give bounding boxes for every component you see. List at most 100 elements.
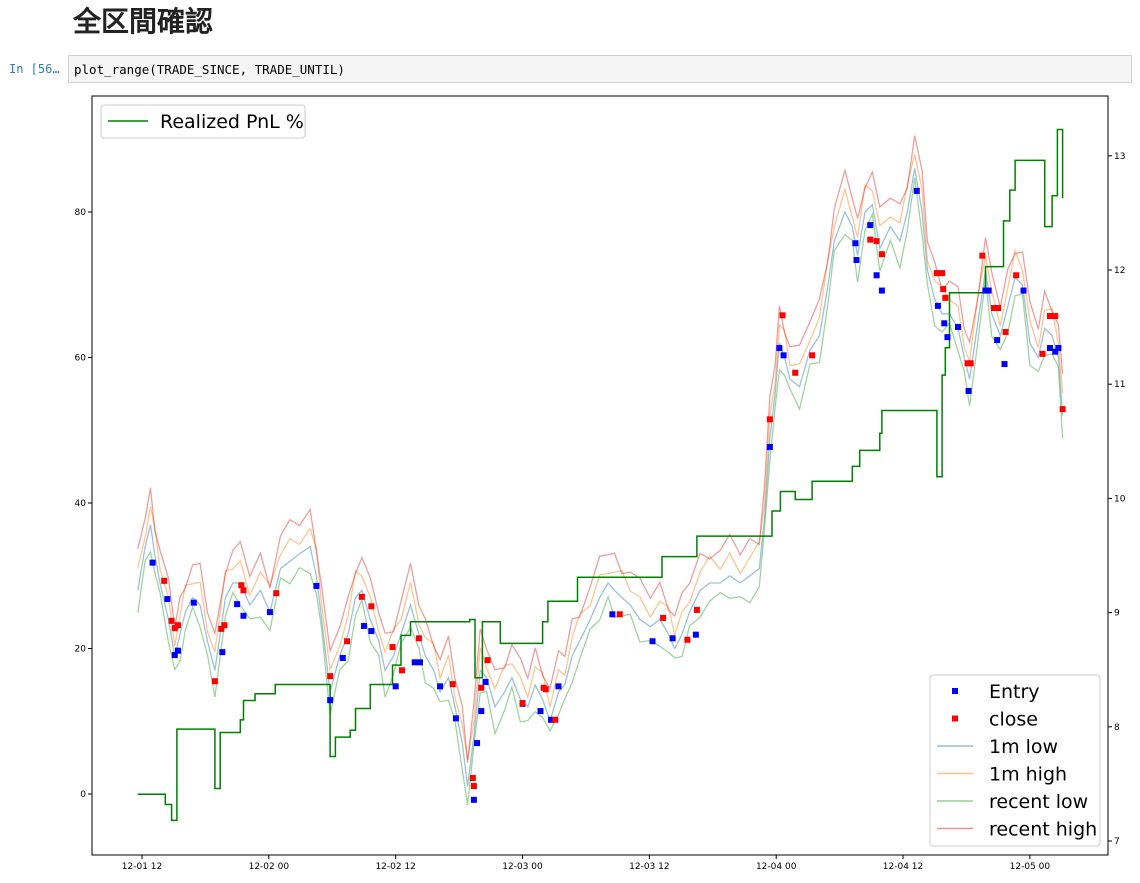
entry-marker [555,683,561,689]
close-marker [471,783,477,789]
entry-marker [935,303,941,309]
close-marker [767,416,773,422]
entry-marker [670,635,676,641]
series-recent-low [138,178,1063,805]
close-marker [1060,406,1066,412]
legend-pnl-label: Realized PnL % [160,111,304,133]
close-marker [939,270,945,276]
close-marker [780,312,786,318]
close-marker [212,678,218,684]
legend-label: Entry [989,681,1040,703]
legend-label: recent high [989,819,1097,841]
entry-marker [412,659,418,665]
entry-marker [854,257,860,263]
close-marker [979,253,985,259]
entry-marker [609,611,615,617]
entry-marker [393,683,399,689]
entry-marker [417,659,423,665]
entry-marker [175,648,181,654]
entry-marker [944,334,950,340]
entry-marker [437,683,443,689]
entry-marker [219,649,225,655]
entry-marker [478,708,484,714]
close-marker [470,775,476,781]
x-tick-label: 12-04 12 [883,862,923,872]
close-marker [552,717,558,723]
chart: 12-01 1212-02 0012-02 1212-03 0012-03 12… [0,0,1140,883]
close-marker [1003,329,1009,335]
entry-marker [340,655,346,661]
legend-label: recent low [989,791,1088,813]
close-marker [416,635,422,641]
close-marker [879,251,885,257]
entry-marker [955,324,961,330]
close-marker [399,667,405,673]
left-y-tick-label: 20 [75,645,87,655]
trade-markers [150,188,1066,803]
close-marker [478,685,484,691]
entry-marker [994,337,1000,343]
entry-marker [368,628,374,634]
entry-marker [650,638,656,644]
legend-label: 1m high [989,764,1067,786]
entry-marker [1021,288,1027,294]
x-tick-label: 12-02 00 [249,862,290,872]
close-marker [942,295,948,301]
close-marker [792,370,798,376]
legend-label: close [989,709,1038,731]
entry-marker [693,632,699,638]
entry-marker [867,222,873,228]
entry-marker [191,600,197,606]
close-marker [344,638,350,644]
right-y-tick-label: 13 [1114,152,1125,162]
close-marker [390,644,396,650]
legend-label: 1m low [989,736,1058,758]
close-marker [543,686,549,692]
entry-marker [313,583,319,589]
x-tick-label: 12-05 00 [1010,862,1051,872]
right-y-tick-label: 11 [1114,380,1125,390]
close-marker [485,657,491,663]
series-1m-low [138,168,1063,786]
entry-marker [966,388,972,394]
x-tick-label: 12-04 00 [756,862,797,872]
entry-marker [267,609,273,615]
close-marker [867,237,873,243]
entry-marker [852,240,858,246]
entry-marker [1055,345,1061,351]
right-y-tick-label: 8 [1114,723,1120,733]
left-y-tick-label: 0 [80,790,86,800]
entry-marker [361,623,367,629]
left-y-tick-label: 80 [75,208,87,218]
legend-marker [952,688,958,694]
close-marker [660,615,666,621]
entry-marker [874,272,880,278]
close-marker [450,681,456,687]
entry-marker [1002,361,1008,367]
entry-marker [471,797,477,803]
close-marker [1047,313,1053,319]
entry-marker [776,345,782,351]
entry-marker [483,679,489,685]
close-marker [617,611,623,617]
close-marker [940,286,946,292]
legend-pnl: Realized PnL % [101,105,305,138]
entry-marker [327,697,333,703]
close-marker [684,637,690,643]
close-marker [368,603,374,609]
close-marker [809,352,815,358]
entry-marker [537,708,543,714]
entry-marker [453,715,459,721]
close-marker [359,594,365,600]
entry-marker [914,188,920,194]
entry-marker [781,352,787,358]
entry-marker [234,601,240,607]
entry-marker [164,596,170,602]
close-marker [161,578,167,584]
entry-marker [941,320,947,326]
entry-marker [474,740,480,746]
x-tick-label: 12-01 12 [122,862,162,872]
entry-marker [150,560,156,566]
close-marker [175,622,181,628]
entry-marker [767,444,773,450]
